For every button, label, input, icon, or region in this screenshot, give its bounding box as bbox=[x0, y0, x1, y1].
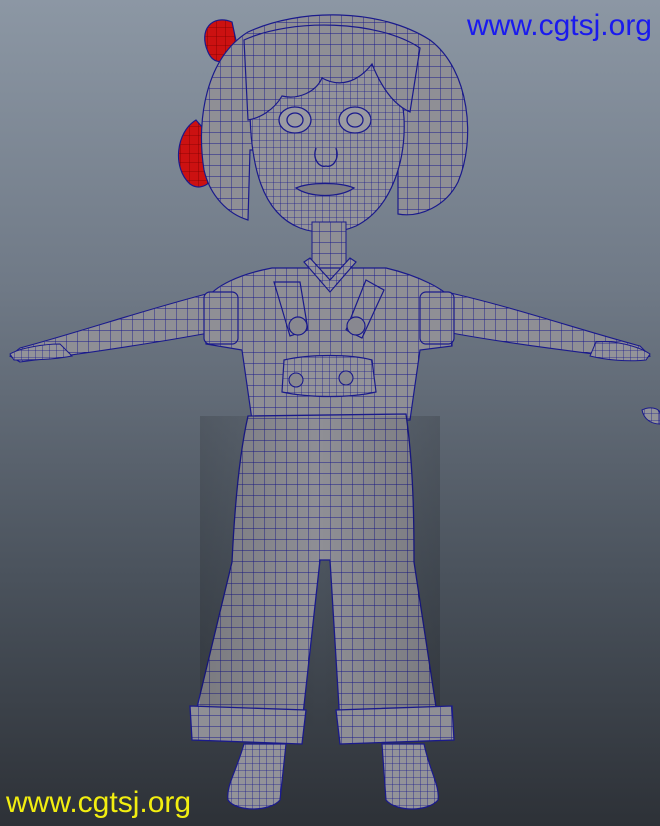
stray-fragment bbox=[641, 407, 660, 425]
3d-viewport[interactable]: www.cgtsj.org www.cgtsj.org bbox=[0, 0, 660, 826]
right-hand bbox=[589, 341, 651, 362]
right-sleeve-cuff bbox=[419, 291, 455, 345]
neck bbox=[311, 221, 347, 269]
watermark-bottom: www.cgtsj.org bbox=[6, 786, 192, 819]
character-mesh-icon bbox=[9, 14, 660, 810]
left-sleeve-cuff bbox=[203, 291, 239, 345]
right-foot bbox=[381, 743, 439, 810]
right-pant-cuff bbox=[335, 705, 455, 745]
watermark-top: www.cgtsj.org bbox=[466, 9, 652, 42]
left-foot bbox=[227, 743, 287, 810]
strap-button-left bbox=[288, 316, 308, 336]
left-hand bbox=[9, 343, 74, 361]
left-pant-cuff bbox=[189, 705, 307, 745]
bib-button-right bbox=[338, 370, 354, 386]
bib-button-left bbox=[288, 372, 304, 388]
overalls-shade bbox=[200, 416, 440, 726]
strap-button-right bbox=[346, 316, 366, 336]
